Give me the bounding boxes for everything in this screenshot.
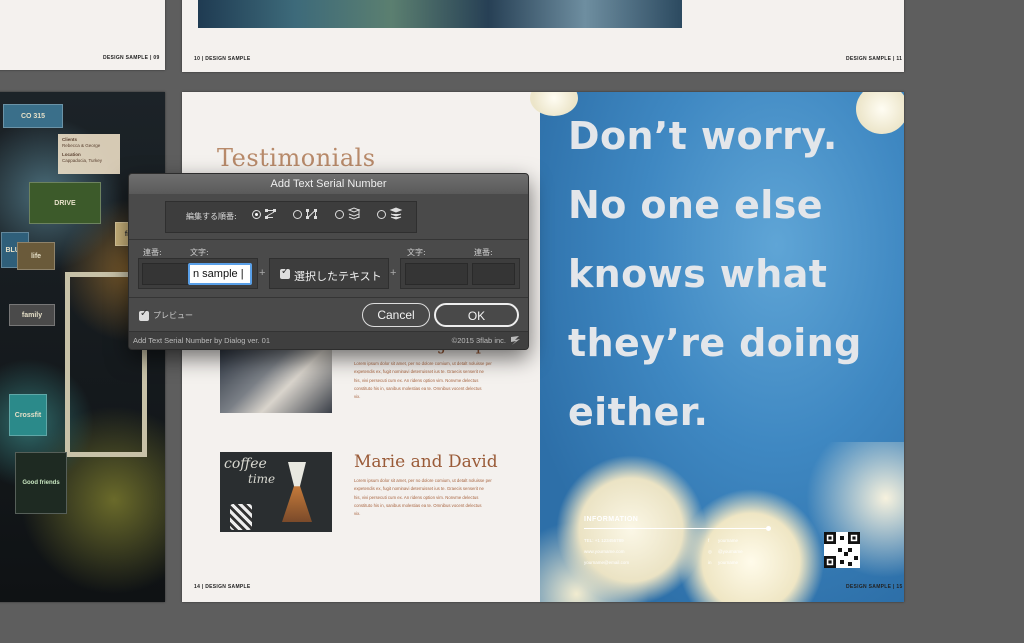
testimonial-name: Marie and David xyxy=(354,452,498,472)
coffee-photo: coffee time xyxy=(220,452,332,532)
social-twitter: @yourname xyxy=(718,549,743,554)
body-line: Lorem ipsum dolor sit amet, per no dolor… xyxy=(354,361,492,366)
order-zigzag-icon xyxy=(265,209,276,219)
credit-box: Clients Rebecca & George Location Cappad… xyxy=(58,134,120,174)
info-divider-dot xyxy=(766,526,771,531)
page-footer: DESIGN SAMPLE | 09 xyxy=(103,55,160,61)
order-radio-1[interactable] xyxy=(252,210,261,219)
left-serial-label: 連番: xyxy=(143,248,162,257)
body-line: vix. xyxy=(354,394,361,400)
order-radio-4[interactable] xyxy=(377,210,386,219)
info-web: www.yourname.com xyxy=(584,549,625,554)
sign-plate: CO 315 xyxy=(3,104,63,128)
social-facebook: yourname xyxy=(718,538,739,543)
page-footer-right: DESIGN SAMPLE | 15 xyxy=(846,584,903,590)
facebook-icon: f xyxy=(708,538,710,543)
body-line: constituto his in, sanibus molestias ea … xyxy=(354,385,482,391)
credit-value: Cappadocia, Turkey xyxy=(62,158,103,163)
divider xyxy=(129,297,528,298)
info-divider xyxy=(584,528,768,529)
quote-line: either. xyxy=(568,390,709,434)
order-radio-2[interactable] xyxy=(293,210,302,219)
sign-family: family xyxy=(9,304,55,326)
body-line: constituto his in, sanibus molestias ea … xyxy=(354,502,482,508)
page-footer-left: 10 | DESIGN SAMPLE xyxy=(194,56,251,62)
chalk-text: coffee xyxy=(224,456,267,472)
cancel-button[interactable]: Cancel xyxy=(362,303,430,327)
selected-text-label[interactable]: 選択したテキスト xyxy=(294,268,382,284)
dialog-footer: Add Text Serial Number by Dialog ver. 01… xyxy=(129,331,528,349)
credit-value: Rebecca & George xyxy=(62,143,101,148)
copyright-text: ©2015 3flab inc. xyxy=(451,336,506,345)
qr-code-icon xyxy=(824,532,860,568)
version-text: Add Text Serial Number by Dialog ver. 01 xyxy=(133,336,271,345)
sign-crossfit: Crossfit xyxy=(9,394,47,436)
left-serial-input[interactable] xyxy=(142,263,189,285)
body-line: his, vivi persecuti cum ex. An ridens op… xyxy=(354,377,479,383)
quote-line: knows what xyxy=(568,252,828,296)
sign-life: life xyxy=(17,242,55,270)
social-linkedin: yourname xyxy=(718,560,739,565)
body-line: his, vivi persecuti cum ex. An ridens op… xyxy=(354,494,479,500)
selected-text-checkbox[interactable] xyxy=(280,266,290,279)
sign-drive: DRIVE xyxy=(29,182,101,224)
quote-line: they’re doing xyxy=(568,321,862,365)
order-stack-down-icon xyxy=(347,207,361,220)
body-line: vix. xyxy=(354,511,361,517)
chalk-text: time xyxy=(248,472,276,486)
ok-button[interactable]: OK xyxy=(434,303,519,327)
testimonial-body: Lorem ipsum dolor sit amet, per no dolor… xyxy=(354,360,504,401)
info-title: INFORMATION xyxy=(584,516,639,523)
body-line: expetendis ex, fugit nominavi deterruiss… xyxy=(354,486,484,492)
magazine-photo xyxy=(220,347,332,413)
right-serial-input[interactable] xyxy=(472,263,515,285)
quote-line: No one else xyxy=(568,183,823,227)
chemex-icon xyxy=(282,462,312,522)
add-serial-number-dialog[interactable]: Add Text Serial Number 編集する順番: 連番: 文字: 文… xyxy=(128,173,529,350)
quote-line: Don’t worry. xyxy=(568,114,838,158)
twitter-icon: ◎ xyxy=(708,549,712,554)
page-thumbnail-09[interactable]: DESIGN SAMPLE | 09 xyxy=(0,0,165,70)
page-spread-10-11[interactable]: 10 | DESIGN SAMPLE DESIGN SAMPLE | 11 xyxy=(182,0,904,72)
divider xyxy=(129,239,528,240)
sign-good-friends: Good friends xyxy=(15,452,67,514)
preview-label[interactable]: プレビュー xyxy=(153,310,193,321)
right-text-input[interactable] xyxy=(405,263,468,285)
mug-icon xyxy=(230,504,252,530)
testimonials-heading: Testimonials xyxy=(217,144,376,172)
quote-text: Don’t worry. No one else knows what they… xyxy=(568,102,862,447)
flower-petal xyxy=(856,92,904,134)
page-footer-left: 14 | DESIGN SAMPLE xyxy=(194,584,251,590)
left-text-input[interactable]: n sample | xyxy=(188,263,252,285)
preview-checkbox[interactable] xyxy=(139,308,149,321)
page-footer-right: DESIGN SAMPLE | 11 xyxy=(846,56,903,62)
info-tel: TEL: +1 123456789 xyxy=(584,538,624,543)
order-stack-up-icon xyxy=(389,207,403,220)
linkedin-icon: in xyxy=(708,560,712,565)
testimonial-body: Lorem ipsum dolor sit amet, per no dolor… xyxy=(354,477,504,518)
order-n-icon xyxy=(306,209,317,219)
info-email: yourname@email.com xyxy=(584,560,630,565)
3flab-logo-icon xyxy=(511,336,520,345)
right-serial-label: 連番: xyxy=(474,248,493,257)
left-text-label: 文字: xyxy=(190,248,209,257)
plus-separator: + xyxy=(390,267,397,279)
quote-photo: Don’t worry. No one else knows what they… xyxy=(530,92,904,602)
dialog-title[interactable]: Add Text Serial Number xyxy=(129,174,528,194)
order-label: 編集する順番: xyxy=(186,212,237,221)
top-photo xyxy=(198,0,682,28)
order-radio-3[interactable] xyxy=(335,210,344,219)
plus-separator: + xyxy=(259,267,266,279)
body-line: expetendis ex, fugit nominavi deterruiss… xyxy=(354,369,484,375)
right-text-label: 文字: xyxy=(407,248,426,257)
body-line: Lorem ipsum dolor sit amet, per no dolor… xyxy=(354,478,492,483)
